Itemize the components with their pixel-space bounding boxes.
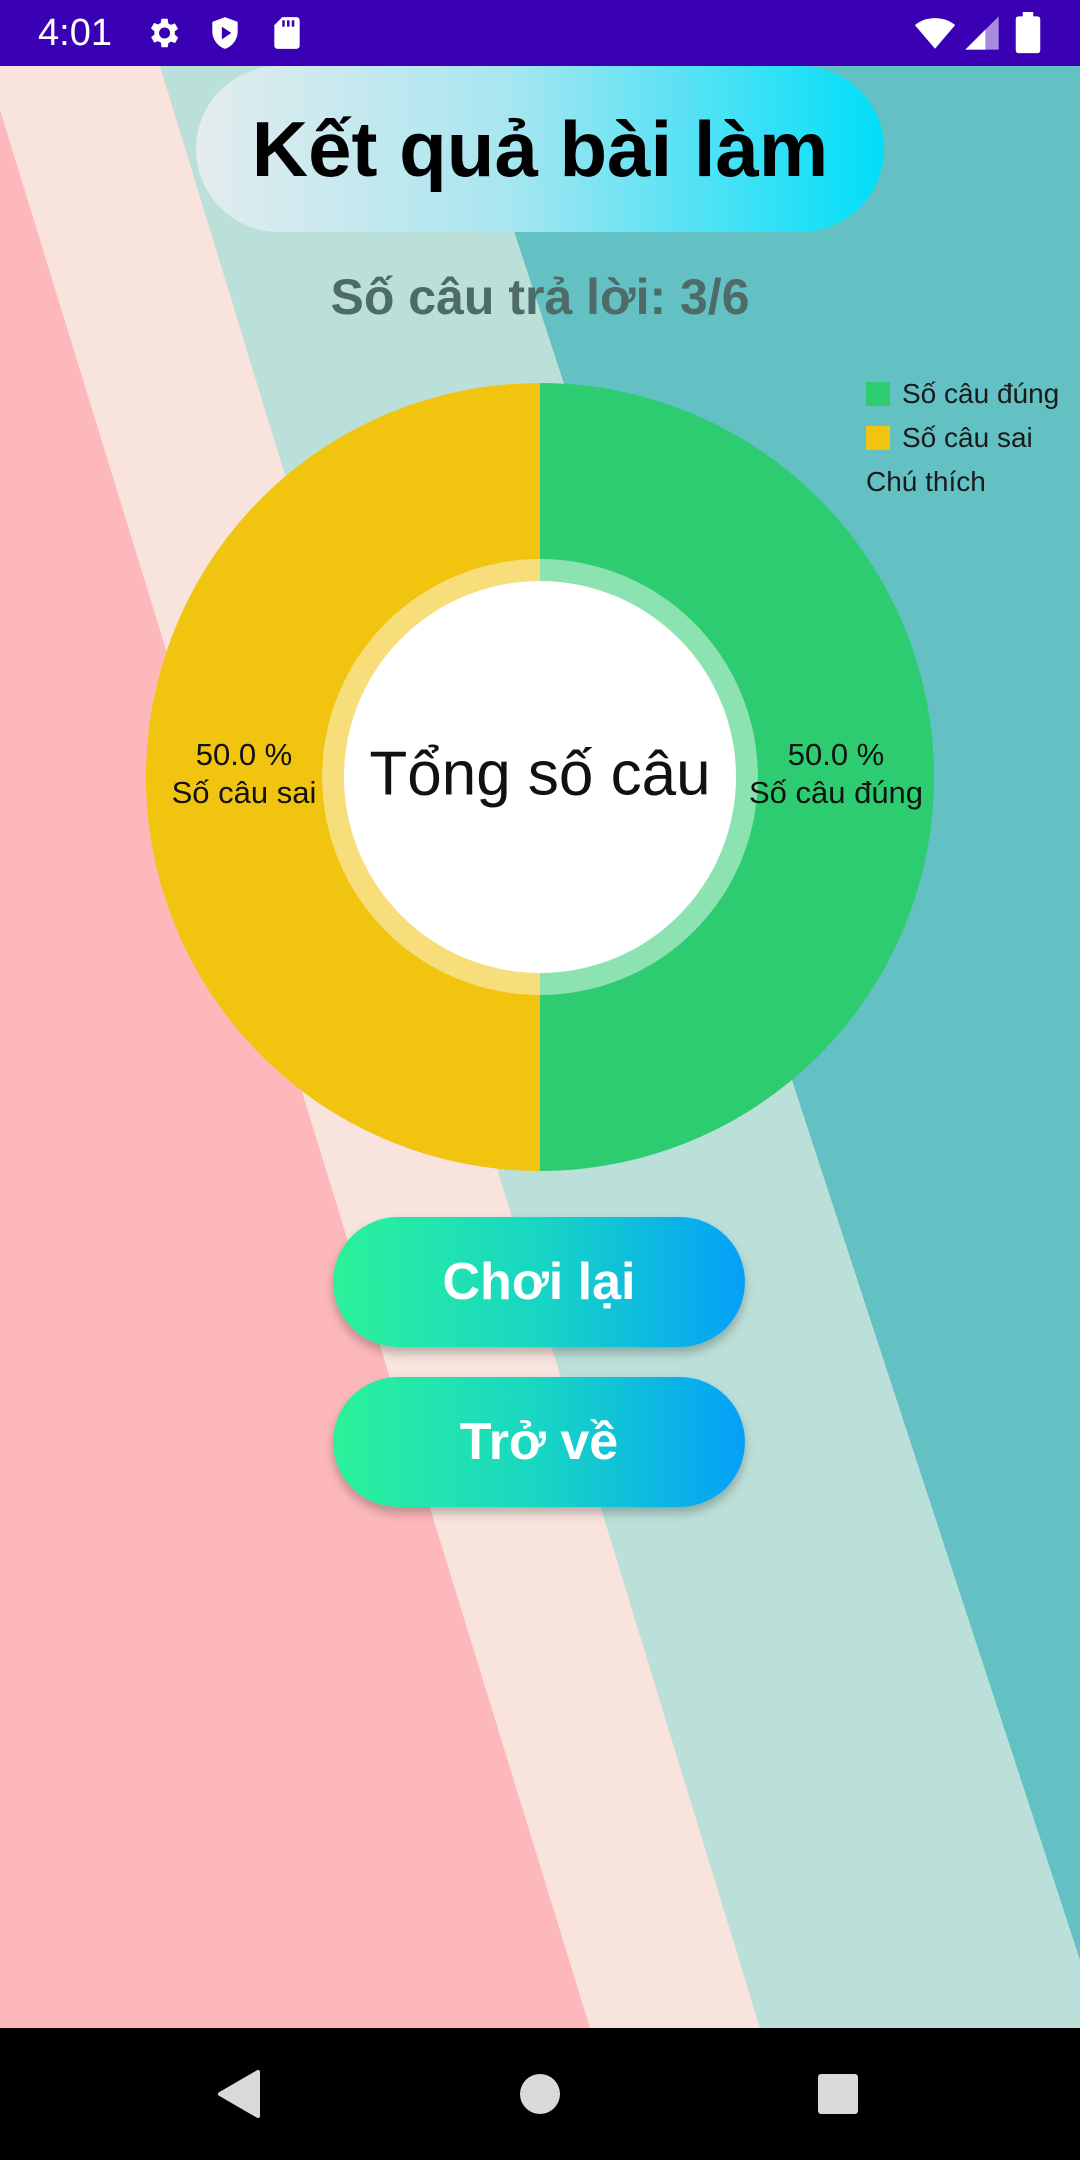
- legend-title: Chú thích: [866, 466, 986, 497]
- legend-swatch-wrong: [866, 425, 890, 450]
- chart-legend: Số câu đúng Số câu sai Chú thích: [866, 372, 1059, 504]
- legend-swatch-correct: [866, 381, 890, 406]
- replay-button[interactable]: Chơi lại: [333, 1217, 745, 1347]
- legend-label-correct: Số câu đúng: [902, 378, 1060, 409]
- slice-name-wrong: Số câu sai: [172, 775, 317, 810]
- nav-recents-icon[interactable]: [798, 2054, 878, 2134]
- navigation-bar: [0, 2028, 1080, 2160]
- result-donut-chart: Tổng số câu 50.0 % Số câu đúng50.0 % Số câ…: [146, 383, 934, 1171]
- legend-label-wrong: Số câu sai: [902, 422, 1033, 453]
- slice-percent-correct: 50.0 %: [788, 737, 885, 772]
- slice-percent-wrong: 50.0 %: [196, 737, 293, 772]
- back-button[interactable]: Trở về: [333, 1377, 745, 1507]
- slice-name-correct: Số câu đúng: [749, 775, 923, 810]
- result-screen: 4:01 Kết quả bài làm Số câu trả lời: 3/6…: [0, 0, 1080, 2160]
- nav-back-icon[interactable]: [200, 2054, 280, 2134]
- legend-item-wrong: Số câu sai: [866, 416, 1059, 460]
- legend-item-correct: Số câu đúng: [866, 372, 1059, 416]
- nav-home-icon[interactable]: [500, 2054, 580, 2134]
- chart-center-label: Tổng số câu: [369, 739, 710, 808]
